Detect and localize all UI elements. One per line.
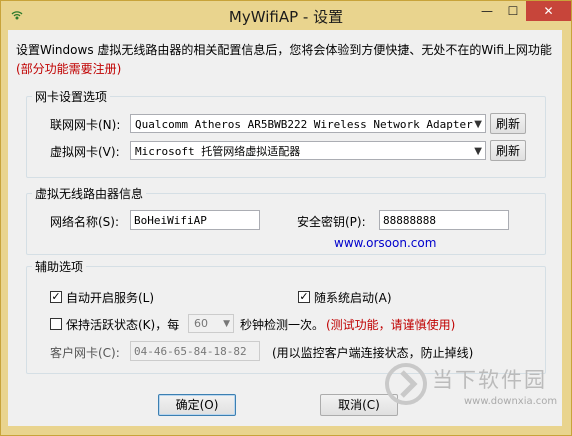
title-bar[interactable]: MyWifiAP - 设置 — ☐ ✕ bbox=[1, 1, 571, 31]
client-nic-note: (用以监控客户端连接状态，防止掉线) bbox=[272, 346, 474, 360]
interval-select[interactable]: 60 ▼ bbox=[188, 314, 234, 333]
test-feature-note: (测试功能，请谨慎使用) bbox=[326, 318, 456, 332]
close-button[interactable]: ✕ bbox=[526, 1, 571, 21]
ssid-label: 网络名称(S): bbox=[50, 215, 120, 229]
logo-icon bbox=[385, 363, 427, 405]
chevron-down-icon: ▼ bbox=[223, 319, 230, 329]
autostart-checkbox[interactable]: ✓ bbox=[50, 291, 62, 303]
security-key-label: 安全密钥(P): bbox=[297, 215, 366, 229]
virtual-adapter-value: Microsoft 托管网络虚拟适配器 bbox=[135, 145, 301, 158]
chevron-down-icon: ▼ bbox=[474, 119, 482, 130]
register-note: (部分功能需要注册) bbox=[16, 62, 122, 76]
intro-description: 设置Windows 虚拟无线路由器的相关配置信息后，您将会体验到方便快捷、无处不… bbox=[16, 43, 552, 57]
internet-adapter-value: Qualcomm Atheros AR5BWB222 Wireless Netw… bbox=[135, 118, 473, 131]
nic-settings-group bbox=[26, 96, 546, 178]
internet-adapter-label: 联网网卡(N): bbox=[50, 118, 121, 132]
security-key-input[interactable]: 88888888 bbox=[379, 210, 509, 230]
minimize-button[interactable]: — bbox=[474, 1, 500, 21]
boot-start-label: 随系统启动(A) bbox=[314, 291, 392, 305]
boot-start-checkbox[interactable]: ✓ bbox=[298, 291, 310, 303]
nic-group-title: 网卡设置选项 bbox=[32, 88, 111, 105]
keepalive-checkbox[interactable] bbox=[50, 318, 62, 330]
refresh-virtual-button[interactable]: 刷新 bbox=[490, 140, 526, 161]
watermark-url: www.downxia.com bbox=[464, 396, 558, 407]
interval-suffix: 秒钟检测一次。 bbox=[240, 318, 325, 332]
aux-group-title: 辅助选项 bbox=[32, 258, 87, 275]
client-nic-input[interactable]: 04-46-65-84-18-82 bbox=[130, 341, 260, 361]
watermark-brand: 当下软件园 bbox=[432, 368, 547, 392]
intro-text: 设置Windows 虚拟无线路由器的相关配置信息后，您将会体验到方便快捷、无处不… bbox=[16, 41, 556, 79]
refresh-internet-button[interactable]: 刷新 bbox=[490, 113, 526, 134]
interval-value: 60 bbox=[194, 317, 208, 330]
virtual-adapter-select[interactable]: Microsoft 托管网络虚拟适配器 ▼ bbox=[130, 141, 486, 160]
ok-button[interactable]: 确定(O) bbox=[158, 394, 236, 416]
website-link[interactable]: www.orsoon.com bbox=[334, 236, 436, 250]
client-nic-label: 客户网卡(C): bbox=[50, 346, 120, 360]
ssid-input[interactable]: BoHeiWifiAP bbox=[130, 210, 260, 230]
internet-adapter-select[interactable]: Qualcomm Atheros AR5BWB222 Wireless Netw… bbox=[130, 114, 486, 133]
maximize-button[interactable]: ☐ bbox=[500, 1, 526, 21]
autostart-label: 自动开启服务(L) bbox=[66, 291, 155, 305]
router-group-title: 虚拟无线路由器信息 bbox=[32, 185, 147, 202]
keepalive-label: 保持活跃状态(K)，每 bbox=[66, 318, 180, 332]
chevron-down-icon: ▼ bbox=[474, 146, 482, 157]
virtual-adapter-label: 虚拟网卡(V): bbox=[50, 145, 120, 159]
watermark: 当下软件园 www.downxia.com bbox=[384, 360, 569, 420]
